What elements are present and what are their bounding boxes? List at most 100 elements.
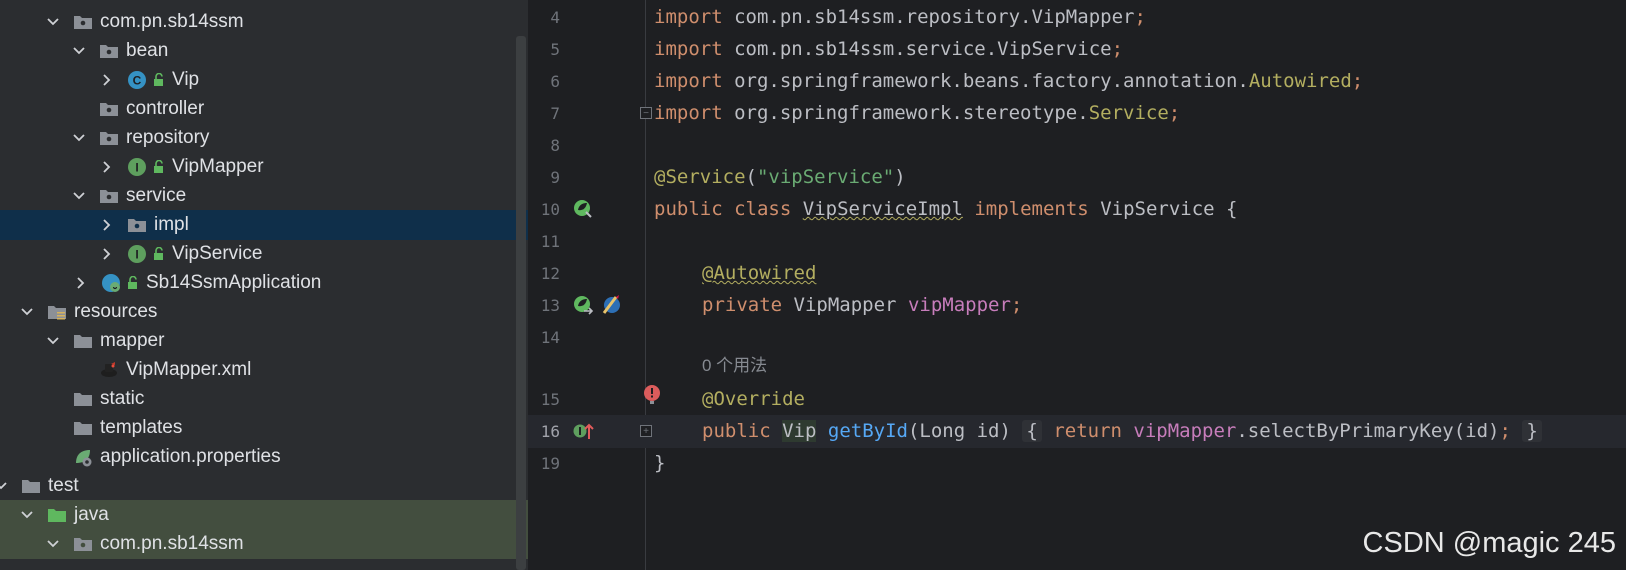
line-number: 12	[540, 264, 560, 283]
chevron-down-icon[interactable]	[72, 131, 86, 145]
chevron-right-icon[interactable]	[100, 73, 114, 87]
tree-item-vipservice-interface[interactable]: I VipService	[0, 239, 528, 269]
tree-item-test-package[interactable]: com.pn.sb14ssm	[0, 529, 528, 559]
chevron-right-icon[interactable]	[100, 247, 114, 261]
tree-item-test-java[interactable]: java	[0, 500, 528, 530]
tree-item-vip-class[interactable]: C Vip	[0, 65, 528, 95]
code-line: 8	[528, 129, 1626, 162]
chevron-down-icon[interactable]	[20, 508, 34, 522]
tree-item-templates[interactable]: templates	[0, 413, 528, 443]
semicolon: ;	[1134, 6, 1146, 28]
package-folder-icon	[126, 214, 148, 236]
tree-item-application-class[interactable]: Sb14SsmApplication	[0, 268, 528, 298]
tree-item-impl[interactable]: impl	[0, 210, 528, 240]
spring-properties-icon	[72, 446, 94, 468]
annotation-class: Service	[1088, 102, 1169, 124]
line-number: 7	[550, 104, 560, 123]
method-call: .selectByPrimaryKey(id)	[1236, 420, 1500, 442]
implements-method-gutter-icon[interactable]	[572, 420, 594, 442]
autowired-bean-gutter-icon[interactable]	[572, 294, 594, 316]
tree-item-label: mapper	[100, 330, 165, 351]
tree-item-label: VipMapper.xml	[126, 359, 252, 380]
keyword: return	[1053, 420, 1122, 442]
mybatis-mapper-gutter-icon[interactable]	[600, 293, 622, 315]
project-tree-panel: com.pn.sb14ssm bean C Vip controller rep…	[0, 0, 528, 570]
code-line: 5 import com.pn.sb14ssm.service.VipServi…	[528, 33, 1626, 66]
tree-item-vipmapper-xml[interactable]: VipMapper.xml	[0, 355, 528, 385]
tree-item-label: Vip	[172, 69, 200, 90]
code-editor[interactable]: 4 import com.pn.sb14ssm.repository.VipMa…	[528, 0, 1626, 570]
line-number: 19	[540, 454, 560, 473]
annotation: @Service	[654, 166, 746, 188]
code-line: 19 }	[528, 447, 1626, 480]
package-folder-icon	[98, 40, 120, 62]
semicolon: ;	[1010, 294, 1023, 316]
keyword: import	[654, 38, 723, 60]
tree-item-label: VipMapper	[172, 156, 264, 177]
chevron-down-icon[interactable]	[46, 537, 60, 551]
tree-item-label: static	[100, 388, 145, 409]
code-line: 6 import org.springframework.beans.facto…	[528, 65, 1626, 98]
tree-item-label: application.properties	[100, 446, 281, 467]
chevron-right-icon[interactable]	[100, 218, 114, 232]
code-text: import com.pn.sb14ssm.service.VipService…	[654, 33, 1123, 66]
svg-text:I: I	[135, 161, 138, 175]
unlock-icon	[152, 73, 166, 87]
code-text: import org.springframework.stereotype.Se…	[654, 97, 1180, 130]
mybatis-xml-icon	[98, 359, 120, 381]
error-gutter-icon[interactable]	[641, 383, 663, 405]
keyword: import	[654, 102, 723, 124]
brace: {	[1226, 198, 1238, 220]
tree-item-resources[interactable]: resources	[0, 297, 528, 327]
annotation-class: Autowired	[1248, 70, 1352, 92]
fold-collapse-icon[interactable]: −	[640, 107, 652, 119]
chevron-right-icon[interactable]	[74, 276, 88, 290]
spring-boot-class-icon	[100, 272, 122, 294]
tree-item-label: test	[48, 475, 79, 496]
keyword: implements	[974, 198, 1089, 220]
tree-scrollbar[interactable]	[516, 36, 526, 570]
spring-bean-gutter-icon[interactable]	[572, 198, 594, 220]
code-line: 4 import com.pn.sb14ssm.repository.VipMa…	[528, 1, 1626, 34]
code-text: import org.springframework.beans.factory…	[654, 65, 1363, 98]
interface-name: VipService	[1100, 198, 1215, 220]
package-folder-icon	[98, 98, 120, 120]
tree-item-package[interactable]: com.pn.sb14ssm	[0, 7, 528, 37]
fold-expand-icon[interactable]: +	[640, 425, 652, 437]
code-line: 10 public class VipServiceImpl implement…	[528, 193, 1626, 226]
folded-region[interactable]: {	[1022, 420, 1042, 442]
tree-item-bean[interactable]: bean	[0, 36, 528, 66]
chevron-down-icon[interactable]	[72, 44, 86, 58]
code-line: 11	[528, 225, 1626, 258]
usages-hint[interactable]: 0 个用法	[702, 351, 767, 381]
tree-item-mapper[interactable]: mapper	[0, 326, 528, 356]
tree-item-controller[interactable]: controller	[0, 94, 528, 124]
keyword: public	[654, 198, 723, 220]
code-line: 15 @Override	[528, 383, 1626, 416]
line-number: 9	[550, 168, 560, 187]
tree-item-service[interactable]: service	[0, 181, 528, 211]
folder-icon	[20, 475, 42, 497]
tree-item-repository[interactable]: repository	[0, 123, 528, 153]
tree-item-static[interactable]: static	[0, 384, 528, 414]
chevron-down-icon[interactable]	[46, 334, 60, 348]
paren: (	[907, 420, 920, 442]
tree-item-test[interactable]: test	[0, 471, 528, 501]
tree-item-vipmapper-interface[interactable]: I VipMapper	[0, 152, 528, 182]
package-folder-icon	[98, 185, 120, 207]
chevron-right-icon[interactable]	[100, 160, 114, 174]
folded-region-end[interactable]: }	[1522, 420, 1542, 442]
keyword: class	[734, 198, 792, 220]
field-name: vipMapper	[907, 294, 1011, 316]
chevron-down-icon[interactable]	[20, 305, 34, 319]
semicolon: ;	[1168, 102, 1181, 124]
keyword: import	[654, 70, 723, 92]
paren: )	[999, 420, 1011, 442]
chevron-down-icon[interactable]	[72, 189, 86, 203]
chevron-down-icon[interactable]	[46, 15, 60, 29]
line-number: 15	[540, 390, 560, 409]
tree-item-application-properties[interactable]: application.properties	[0, 442, 528, 472]
chevron-down-icon[interactable]	[0, 479, 8, 493]
code-text: public Vip getById(Long id) { return vip…	[702, 415, 1542, 448]
folder-icon	[72, 388, 94, 410]
